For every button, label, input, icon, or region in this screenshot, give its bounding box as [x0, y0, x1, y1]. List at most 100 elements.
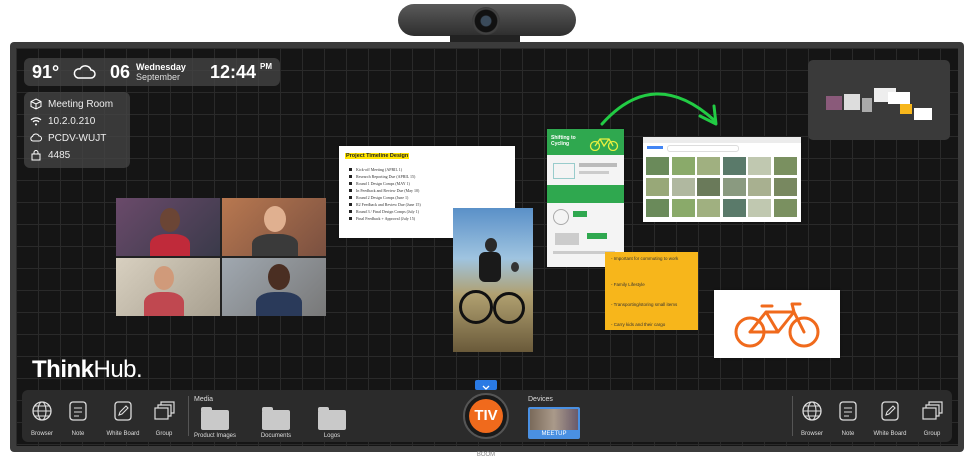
brochure-text	[579, 171, 609, 174]
minimap-thumb	[844, 94, 860, 110]
note-button[interactable]: Note	[58, 400, 98, 437]
browser-logo	[647, 146, 663, 149]
folder-documents[interactable]	[262, 407, 290, 430]
document-list-text: In Feedback and Review Due (May 10)	[356, 188, 420, 193]
second-cyclist	[511, 262, 519, 272]
participant-tile	[116, 258, 220, 316]
document-list-text: Research Reporting Due (APRIL 15)	[356, 174, 416, 179]
bottom-dock: Browser Note White Board Group Media Pro…	[22, 390, 952, 442]
participant-tile	[222, 258, 326, 316]
minimap-thumb	[914, 108, 932, 120]
document-list-item: In Feedback and Review Due (May 10)	[349, 187, 509, 194]
lock-icon	[31, 150, 41, 161]
document-list-text: Final Feedback + Approval (July 15)	[356, 216, 416, 221]
participant-tile	[222, 198, 326, 256]
folder-product-images[interactable]	[201, 407, 229, 430]
bullet-icon	[349, 182, 352, 185]
room-row: Meeting Room	[30, 97, 113, 111]
bicycle-sketch[interactable]	[714, 290, 840, 358]
brochure-stat	[573, 211, 587, 217]
browser-titlebar	[643, 137, 801, 143]
room-info-panel: Meeting Room 10.2.0.210 PCDV-WUJT 4485	[24, 92, 130, 168]
bullet-icon	[349, 217, 352, 220]
document-list-text: Round 1 Design Comps (MAY 1)	[356, 181, 410, 186]
image-results-grid	[646, 157, 798, 219]
note-button-right[interactable]: Note	[828, 400, 868, 437]
note-icon	[839, 401, 857, 421]
browser-label: Browser	[30, 431, 53, 437]
cycling-brochure[interactable]: Shifting to Cycling	[547, 129, 624, 267]
thinkhub-logo: ThinkHub.	[32, 356, 143, 383]
cyclist-photo[interactable]	[453, 208, 533, 352]
bike-wheel	[493, 292, 525, 324]
image-result-thumb	[773, 157, 797, 175]
bullet-icon	[349, 189, 352, 192]
minimap-thumb	[862, 98, 872, 112]
host-name: PCDV-WUJT	[48, 132, 107, 144]
pen-icon	[114, 401, 132, 421]
group-icon	[154, 401, 175, 420]
document-list-text: Kick-off Meeting (APRIL 1)	[356, 167, 403, 172]
folder-label: Product Images	[193, 433, 237, 439]
folder-label: Logos	[323, 433, 341, 439]
browser-button-right[interactable]: Browser	[792, 400, 832, 437]
minimap-thumb	[888, 92, 910, 104]
room-code: 4485	[48, 149, 71, 161]
image-result-thumb	[671, 178, 695, 196]
weekday: Wednesday	[136, 62, 186, 72]
folder-label: Documents	[260, 433, 292, 439]
bullet-icon	[349, 168, 352, 171]
clock: 12:44	[210, 62, 257, 82]
tiv-home-button[interactable]: TIV	[463, 393, 509, 439]
video-call-window[interactable]	[116, 198, 326, 316]
whiteboard-button-right[interactable]: White Board	[867, 400, 913, 437]
bike-wheel	[459, 290, 493, 324]
image-result-thumb	[722, 157, 746, 175]
minimap-thumb	[900, 104, 912, 114]
partly-cloudy-icon	[73, 65, 96, 79]
sticky-note[interactable]: - Important for commuting to work - Fami…	[605, 252, 698, 330]
document-title: Project Timeline Design	[345, 153, 410, 159]
bezel-brand: BOOM	[476, 452, 496, 458]
status-bar: 91° 06 Wednesday September 12:44 PM	[24, 58, 280, 86]
group-label: Group	[923, 431, 941, 437]
note-icon	[69, 401, 87, 421]
document-list-text: Round 3 / Final Design Comps (July 1)	[356, 209, 420, 214]
host-row: PCDV-WUJT	[30, 131, 106, 145]
browser-search-box	[667, 145, 739, 152]
sticky-item: - Carry kids and their cargo	[611, 322, 666, 327]
image-result-thumb	[697, 199, 720, 217]
browser-button[interactable]: Browser	[22, 400, 62, 437]
brochure-title: Shifting to Cycling	[551, 135, 576, 147]
image-result-thumb	[646, 157, 669, 175]
group-button[interactable]: Group	[144, 400, 184, 437]
device-meetup[interactable]: MEETUP	[528, 407, 580, 439]
canvas-minimap[interactable]	[808, 60, 950, 140]
search-results-window[interactable]	[643, 137, 801, 222]
bullet-icon	[349, 210, 352, 213]
document-list-text: Round 2 Design Comps (June 1)	[356, 195, 409, 200]
annotation-arrow[interactable]	[596, 84, 726, 130]
note-label: Note	[71, 431, 85, 437]
sticky-item: - Important for commuting to work	[611, 256, 679, 261]
cyclist-helmet	[485, 238, 497, 252]
image-result-thumb	[773, 199, 797, 217]
whiteboard-button[interactable]: White Board	[100, 400, 146, 437]
folder-logos[interactable]	[318, 407, 346, 430]
brochure-graphic	[553, 209, 569, 225]
document-list-text: R2 Feedback and Review Due (June 15)	[356, 202, 421, 207]
dock-divider	[188, 396, 189, 436]
group-button-right[interactable]: Group	[912, 400, 952, 437]
brochure-stat	[587, 233, 607, 239]
dock-collapse-button[interactable]	[475, 380, 497, 390]
document-list-item: R2 Feedback and Review Due (June 15)	[349, 201, 509, 208]
bicycle-icon	[589, 138, 619, 151]
image-result-thumb	[748, 178, 771, 196]
image-result-thumb	[646, 178, 669, 196]
image-result-thumb	[722, 199, 746, 217]
image-result-thumb	[646, 199, 669, 217]
brochure-text	[579, 163, 617, 167]
globe-icon	[802, 401, 822, 421]
cloud-icon	[30, 133, 42, 142]
pen-icon	[881, 401, 899, 421]
